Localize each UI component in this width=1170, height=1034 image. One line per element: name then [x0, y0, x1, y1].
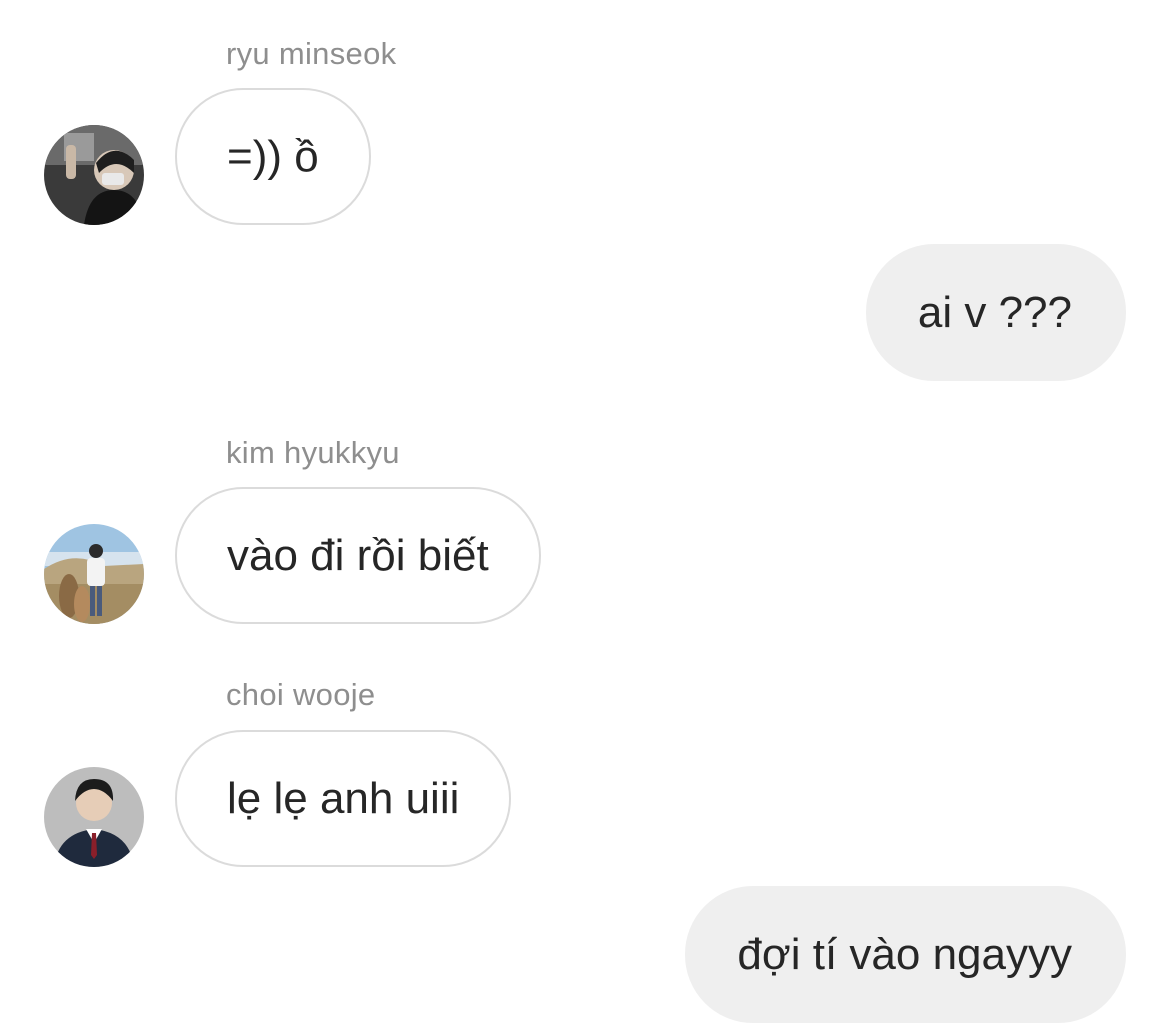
message-text: ai v ???: [917, 287, 1072, 337]
message-text: đợi tí vào ngayyy: [737, 929, 1072, 979]
avatar[interactable]: [44, 125, 144, 225]
avatar[interactable]: [44, 524, 144, 624]
sender-name: choi wooje: [226, 677, 376, 712]
message-text: lẹ lẹ anh uiii: [227, 773, 460, 823]
sender-name: ryu minseok: [226, 36, 397, 71]
message-bubble[interactable]: vào đi rồi biết: [175, 487, 541, 624]
message-text: =)) ồ: [227, 131, 319, 181]
message-text: vào đi rồi biết: [227, 530, 489, 580]
avatar-photo-choi-wooje: [44, 767, 144, 867]
message-bubble[interactable]: lẹ lẹ anh uiii: [175, 730, 512, 867]
avatar-photo-ryu-minseok: [44, 125, 144, 225]
sender-name: kim hyukkyu: [226, 435, 400, 470]
message-bubble[interactable]: =)) ồ: [175, 88, 371, 225]
message-bubble-outgoing[interactable]: đợi tí vào ngayyy: [685, 886, 1126, 1023]
avatar[interactable]: [44, 767, 144, 867]
message-bubble-outgoing[interactable]: ai v ???: [865, 244, 1126, 381]
avatar-photo-kim-hyukkyu: [44, 524, 144, 624]
